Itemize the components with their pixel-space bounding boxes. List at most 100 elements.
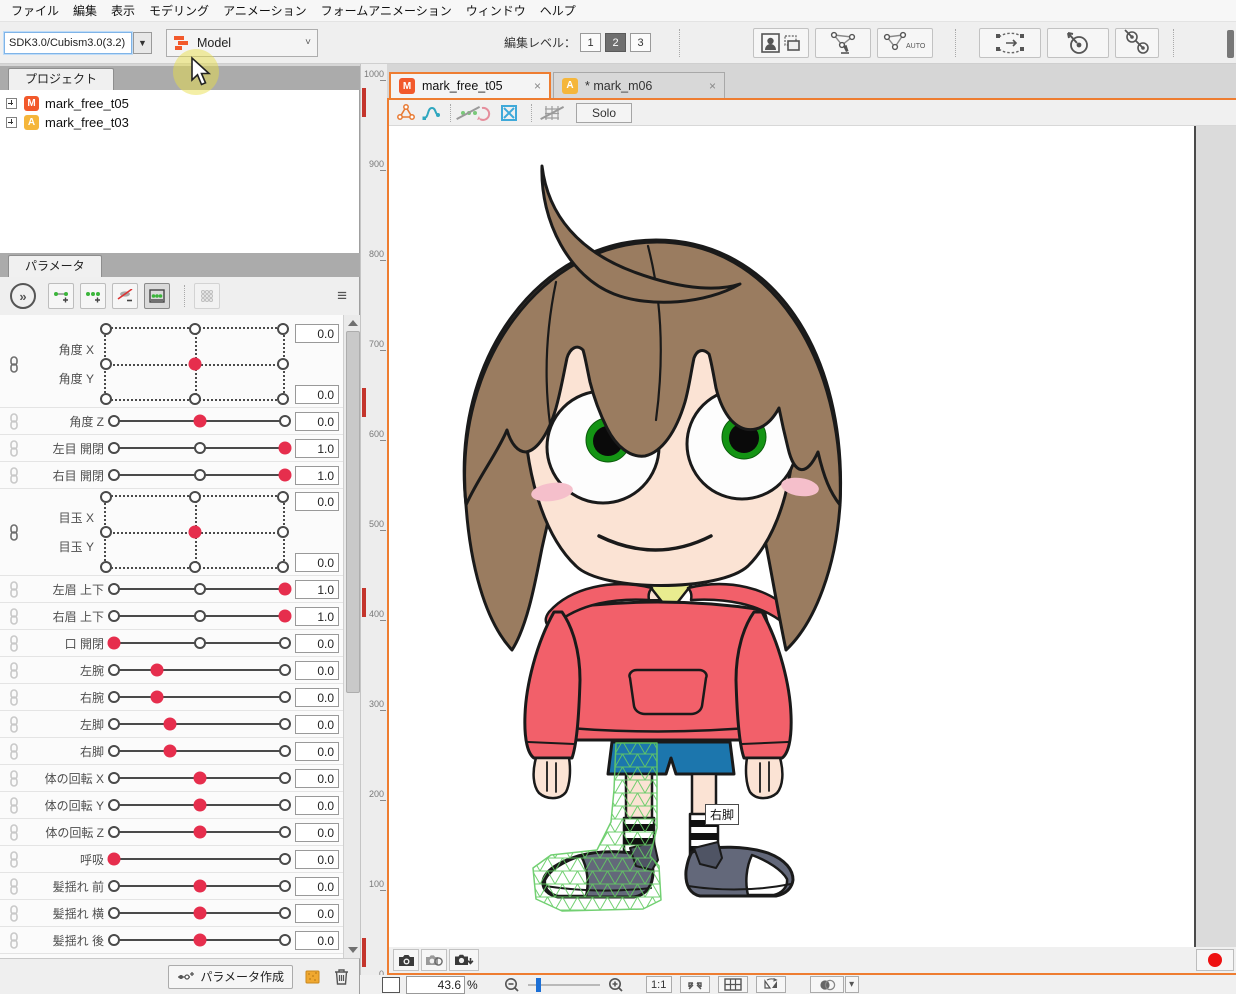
scroll-down-icon[interactable] <box>348 947 358 953</box>
slider-handle[interactable] <box>164 718 177 731</box>
link-icon[interactable] <box>6 851 22 868</box>
canvas-grid-button[interactable] <box>718 976 748 993</box>
link-icon[interactable] <box>6 662 22 679</box>
link-icon[interactable] <box>6 743 22 760</box>
pad-handle[interactable] <box>188 358 201 371</box>
param-slider[interactable] <box>114 792 285 818</box>
link-icon[interactable] <box>6 905 22 922</box>
param-value[interactable]: 1.0 <box>295 466 339 485</box>
param-slider[interactable] <box>114 408 285 434</box>
param-value[interactable]: 0.0 <box>295 931 339 950</box>
record-button[interactable] <box>1196 949 1234 971</box>
tree-item-mark_free_t03[interactable]: Amark_free_t03 <box>0 113 359 132</box>
param-value[interactable]: 0.0 <box>295 904 339 923</box>
add-2key-button[interactable] <box>48 283 74 309</box>
slider-handle[interactable] <box>193 415 206 428</box>
display-mode-icon[interactable] <box>810 976 844 993</box>
param-slider[interactable] <box>114 900 285 926</box>
link-icon[interactable] <box>6 635 22 652</box>
palette-icon[interactable] <box>305 968 322 985</box>
param-2d-pad[interactable] <box>104 495 285 569</box>
close-icon[interactable]: × <box>695 79 716 93</box>
add-3key-button[interactable] <box>80 283 106 309</box>
param-slider[interactable] <box>114 603 285 629</box>
slider-handle[interactable] <box>150 691 163 704</box>
mesh-edit-button[interactable] <box>979 28 1041 58</box>
link-icon[interactable] <box>6 467 22 484</box>
menu-item-1[interactable]: 編集 <box>66 0 104 22</box>
sdk-version-dropdown-arrow[interactable]: ▼ <box>133 32 152 54</box>
menu-item-0[interactable]: ファイル <box>4 0 66 22</box>
mesh-tool-icon[interactable] <box>395 103 417 123</box>
rotate-deformer-button[interactable] <box>1047 28 1109 58</box>
display-mode-dropdown[interactable]: ▾ <box>845 976 859 993</box>
tree-item-mark_free_t05[interactable]: Mmark_free_t05 <box>0 94 359 113</box>
actual-size-button[interactable]: 1:1 <box>646 976 672 993</box>
slider-handle[interactable] <box>108 637 121 650</box>
param-slider[interactable] <box>114 711 285 737</box>
menu-item-5[interactable]: フォームアニメーション <box>314 0 459 22</box>
link-icon[interactable] <box>6 413 22 430</box>
solo-button[interactable]: Solo <box>576 103 632 123</box>
link-icon[interactable] <box>6 824 22 841</box>
param-value[interactable]: 0.0 <box>295 823 339 842</box>
link-icon[interactable] <box>6 797 22 814</box>
link-icon[interactable] <box>6 932 22 949</box>
glue-tool-icon-disabled[interactable] <box>457 103 495 123</box>
slider-handle[interactable] <box>279 583 292 596</box>
link-icon[interactable] <box>6 356 22 373</box>
close-icon[interactable]: × <box>520 79 541 93</box>
param-slider[interactable] <box>114 819 285 845</box>
document-tab-0[interactable]: Mmark_free_t05× <box>389 72 551 98</box>
zoom-out-icon[interactable] <box>504 977 520 993</box>
edit-level-1[interactable]: 1 <box>580 33 601 52</box>
param-2d-pad[interactable] <box>104 327 285 401</box>
param-value[interactable]: 0.0 <box>295 412 339 431</box>
mesh-manual-edit-button[interactable] <box>815 28 871 58</box>
create-parameter-button[interactable]: パラメータ作成 <box>168 965 293 989</box>
param-value[interactable]: 0.0 <box>295 385 339 404</box>
link-icon[interactable] <box>6 689 22 706</box>
scrollbar-thumb[interactable] <box>346 331 360 693</box>
slider-handle[interactable] <box>193 907 206 920</box>
toolbar-drag-handle[interactable] <box>1227 30 1234 58</box>
param-value[interactable]: 0.0 <box>295 553 339 572</box>
param-slider[interactable] <box>114 630 285 656</box>
param-value[interactable]: 0.0 <box>295 796 339 815</box>
menu-item-6[interactable]: ウィンドウ <box>459 0 533 22</box>
zoom-slider[interactable] <box>528 978 600 992</box>
link-icon[interactable] <box>6 440 22 457</box>
param-slider[interactable] <box>114 765 285 791</box>
menu-item-4[interactable]: アニメーション <box>216 0 314 22</box>
mesh-auto-button[interactable]: AUTO <box>877 28 933 58</box>
param-value[interactable]: 0.0 <box>295 850 339 869</box>
link-icon[interactable] <box>6 770 22 787</box>
menu-item-3[interactable]: モデリング <box>142 0 216 22</box>
expand-all-button[interactable]: » <box>10 283 36 309</box>
link-icon[interactable] <box>6 581 22 598</box>
onion-skin-button[interactable] <box>421 949 447 971</box>
link-icon[interactable] <box>6 608 22 625</box>
slider-handle[interactable] <box>193 772 206 785</box>
grid-toggle-icon-disabled[interactable] <box>541 103 563 123</box>
delete-key-button[interactable] <box>112 283 138 309</box>
param-slider[interactable] <box>114 738 285 764</box>
select-keys-button[interactable] <box>144 283 170 309</box>
curve-tool-icon[interactable] <box>420 103 442 123</box>
tab-project[interactable]: プロジェクト <box>8 68 114 90</box>
menu-item-7[interactable]: ヘルプ <box>533 0 583 22</box>
param-slider[interactable] <box>114 873 285 899</box>
trash-icon[interactable] <box>334 968 349 985</box>
param-value[interactable]: 0.0 <box>295 634 339 653</box>
mode-select[interactable]: Model ˅ <box>166 29 318 57</box>
slider-handle[interactable] <box>279 610 292 623</box>
bounding-box-icon[interactable] <box>498 103 520 123</box>
fit-view-button[interactable] <box>680 976 710 993</box>
link-icon[interactable] <box>6 878 22 895</box>
param-slider[interactable] <box>114 576 285 602</box>
param-slider[interactable] <box>114 435 285 461</box>
param-value[interactable]: 0.0 <box>295 715 339 734</box>
zoom-slider-handle[interactable] <box>536 978 541 992</box>
flip-view-button[interactable] <box>756 976 786 993</box>
model-view-button[interactable] <box>753 28 809 58</box>
